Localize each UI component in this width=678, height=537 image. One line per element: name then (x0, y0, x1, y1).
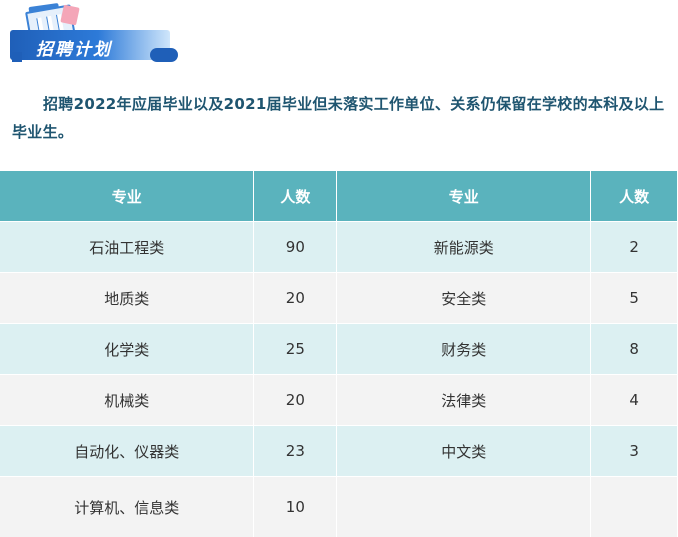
count-cell: 23 (254, 426, 337, 477)
count-cell: 20 (254, 273, 337, 324)
table-row: 机械类 20 法律类 4 (0, 375, 678, 426)
major-cell: 财务类 (337, 324, 591, 375)
table-row: 石油工程类 90 新能源类 2 (0, 222, 678, 273)
count-cell: 2 (591, 222, 678, 273)
count-cell: 25 (254, 324, 337, 375)
major-cell: 机械类 (0, 375, 254, 426)
intro-paragraph: 招聘2022年应届毕业以及2021届毕业但未落实工作单位、关系仍保留在学校的本科… (12, 90, 668, 146)
header-count-2: 人数 (591, 171, 678, 222)
major-cell (337, 477, 591, 537)
major-cell: 计算机、信息类 (0, 477, 254, 537)
section-header: 招聘计划 (0, 0, 678, 78)
section-title: 招聘计划 (36, 35, 112, 60)
count-cell: 5 (591, 273, 678, 324)
major-cell: 地质类 (0, 273, 254, 324)
header-count-1: 人数 (254, 171, 337, 222)
header-major-1: 专业 (0, 171, 254, 222)
major-cell: 自动化、仪器类 (0, 426, 254, 477)
table-row: 地质类 20 安全类 5 (0, 273, 678, 324)
note-icon (60, 5, 79, 26)
table-row: 计算机、信息类 10 (0, 477, 678, 537)
count-cell (591, 477, 678, 537)
table-row: 自动化、仪器类 23 中文类 3 (0, 426, 678, 477)
count-cell: 3 (591, 426, 678, 477)
major-cell: 法律类 (337, 375, 591, 426)
table-row: 化学类 25 财务类 8 (0, 324, 678, 375)
major-cell: 新能源类 (337, 222, 591, 273)
count-cell: 8 (591, 324, 678, 375)
major-cell: 中文类 (337, 426, 591, 477)
count-cell: 10 (254, 477, 337, 537)
header-major-2: 专业 (337, 171, 591, 222)
count-cell: 4 (591, 375, 678, 426)
banner-corner-decoration (12, 52, 22, 62)
major-cell: 化学类 (0, 324, 254, 375)
banner-tail-decoration (150, 48, 178, 62)
count-cell: 20 (254, 375, 337, 426)
count-cell: 90 (254, 222, 337, 273)
recruitment-table: 专业 人数 专业 人数 石油工程类 90 新能源类 2 地质类 20 安全类 5… (0, 171, 678, 537)
table-header-row: 专业 人数 专业 人数 (0, 171, 678, 222)
major-cell: 石油工程类 (0, 222, 254, 273)
major-cell: 安全类 (337, 273, 591, 324)
